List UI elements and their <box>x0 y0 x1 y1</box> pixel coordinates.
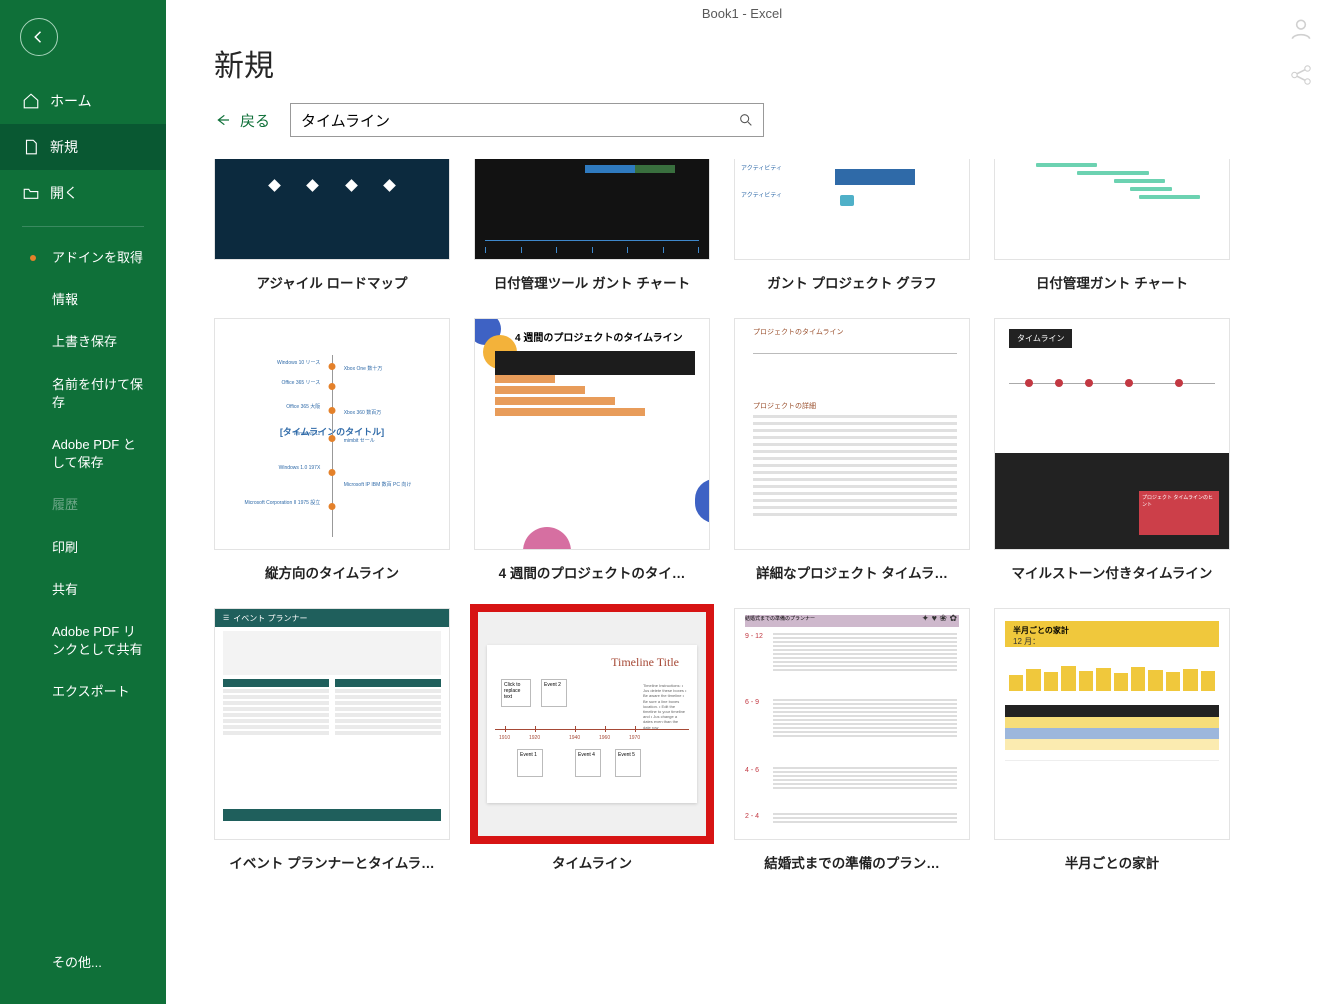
template-thumb: 結婚式までの準備のプランナー ✦ ♥ ❀ ✿ 9 - 12 6 - 9 4 - … <box>734 608 970 840</box>
nav-more[interactable]: その他... <box>0 942 166 984</box>
nav-save-as[interactable]: 名前を付けて保存 <box>0 364 166 424</box>
template-card-wedding-planner[interactable]: 結婚式までの準備のプランナー ✦ ♥ ❀ ✿ 9 - 12 6 - 9 4 - … <box>734 608 970 872</box>
template-thumb <box>474 159 710 260</box>
template-thumb: 4 週間のプロジェクトのタイムライン <box>474 318 710 550</box>
template-card-event-planner[interactable]: ☰イベント プランナー イベント プランナーとタイムラ… <box>214 608 450 872</box>
search-button[interactable] <box>729 104 763 136</box>
template-caption: 4 週間のプロジェクトのタイ… <box>474 562 710 582</box>
template-thumb: タイムライン プロジェクト タイムラインのヒント <box>994 318 1230 550</box>
template-card-timeline[interactable]: Timeline Title Click to replace text Eve… <box>474 608 710 872</box>
template-caption: イベント プランナーとタイムラ… <box>214 852 450 872</box>
share-icon <box>1288 62 1314 88</box>
template-thumb: [タイムラインのタイトル] Windows 10 リース Xbox One 数十… <box>214 318 450 550</box>
document-icon <box>22 138 40 156</box>
nav-info[interactable]: 情報 <box>0 279 166 321</box>
main-content: Book1 - Excel 新規 戻る アジャイル ロードマップ <box>166 0 1318 1004</box>
template-card-milestone-timeline[interactable]: タイムライン プロジェクト タイムラインのヒント マイルストーン付きタイムライン <box>994 318 1230 582</box>
arrow-left-icon <box>30 28 48 46</box>
arrow-left-icon <box>214 112 232 128</box>
nav-history: 履歴 <box>0 484 166 526</box>
template-grid: アジャイル ロードマップ 日付管理ツール ガント チャート アクティビティ アク… <box>166 159 1318 872</box>
template-caption: アジャイル ロードマップ <box>214 272 450 292</box>
backstage-sidebar: ホーム 新規 開く アドインを取得 情報 上書き保存 名前を付けて保存 Adob… <box>0 0 166 1004</box>
home-icon <box>22 92 40 110</box>
template-card-agile-roadmap[interactable]: アジャイル ロードマップ <box>214 159 450 292</box>
template-caption: 結婚式までの準備のプラン… <box>734 852 970 872</box>
template-caption: 半月ごとの家計 <box>994 852 1230 872</box>
template-card-gantt-chart[interactable]: 日付管理ガント チャート <box>994 159 1230 292</box>
search-input[interactable] <box>291 112 729 129</box>
template-thumb: ☰イベント プランナー <box>214 608 450 840</box>
nav-home-label: ホーム <box>50 91 92 111</box>
template-caption: ガント プロジェクト グラフ <box>734 272 970 292</box>
template-card-gantt-graph[interactable]: アクティビティ アクティビティ ガント プロジェクト グラフ <box>734 159 970 292</box>
search-icon <box>738 112 754 128</box>
template-thumb <box>994 159 1230 260</box>
nav-export[interactable]: エクスポート <box>0 671 166 713</box>
nav-open-label: 開く <box>50 183 78 203</box>
nav-open[interactable]: 開く <box>0 170 166 216</box>
template-thumb: Timeline Title Click to replace text Eve… <box>474 608 710 840</box>
template-caption: 日付管理ツール ガント チャート <box>474 272 710 292</box>
user-silhouette-icon <box>1288 16 1314 42</box>
back-link-label: 戻る <box>240 110 270 131</box>
template-card-detailed-timeline[interactable]: プロジェクトのタイムライン プロジェクトの詳細 詳細なプロジェクト タイムラ… <box>734 318 970 582</box>
nav-get-addins[interactable]: アドインを取得 <box>0 237 166 279</box>
nav-share-pdf-link[interactable]: Adobe PDF リンクとして共有 <box>0 611 166 671</box>
search-box <box>290 103 764 137</box>
template-card-gantt-tool[interactable]: 日付管理ツール ガント チャート <box>474 159 710 292</box>
template-caption: 詳細なプロジェクト タイムラ… <box>734 562 970 582</box>
template-thumb: プロジェクトのタイムライン プロジェクトの詳細 <box>734 318 970 550</box>
nav-share[interactable]: 共有 <box>0 569 166 611</box>
template-caption: 縦方向のタイムライン <box>214 562 450 582</box>
share-controls <box>1286 16 1316 96</box>
back-link[interactable]: 戻る <box>214 110 270 131</box>
page-title: 新規 <box>166 27 1318 103</box>
template-caption: マイルストーン付きタイムライン <box>994 562 1230 582</box>
template-thumb: アクティビティ アクティビティ <box>734 159 970 260</box>
template-card-semimonthly-budget[interactable]: 半月ごとの家計 12 月： 半月ごとの家計 <box>994 608 1230 872</box>
nav-new-label: 新規 <box>50 137 78 157</box>
nav-home[interactable]: ホーム <box>0 78 166 124</box>
template-caption: タイムライン <box>474 852 710 872</box>
nav-save-pdf[interactable]: Adobe PDF として保存 <box>0 424 166 484</box>
template-caption: 日付管理ガント チャート <box>994 272 1230 292</box>
template-thumb: 半月ごとの家計 12 月： <box>994 608 1230 840</box>
nav-divider <box>22 226 144 227</box>
template-card-4week-timeline[interactable]: 4 週間のプロジェクトのタイムライン 4 週間のプロジェクトのタイ… <box>474 318 710 582</box>
back-button[interactable] <box>20 18 58 56</box>
nav-save[interactable]: 上書き保存 <box>0 321 166 363</box>
nav-print[interactable]: 印刷 <box>0 527 166 569</box>
template-thumb <box>214 159 450 260</box>
nav-new[interactable]: 新規 <box>0 124 166 170</box>
folder-open-icon <box>22 184 40 202</box>
window-title: Book1 - Excel <box>166 0 1318 27</box>
template-card-vertical-timeline[interactable]: [タイムラインのタイトル] Windows 10 リース Xbox One 数十… <box>214 318 450 582</box>
